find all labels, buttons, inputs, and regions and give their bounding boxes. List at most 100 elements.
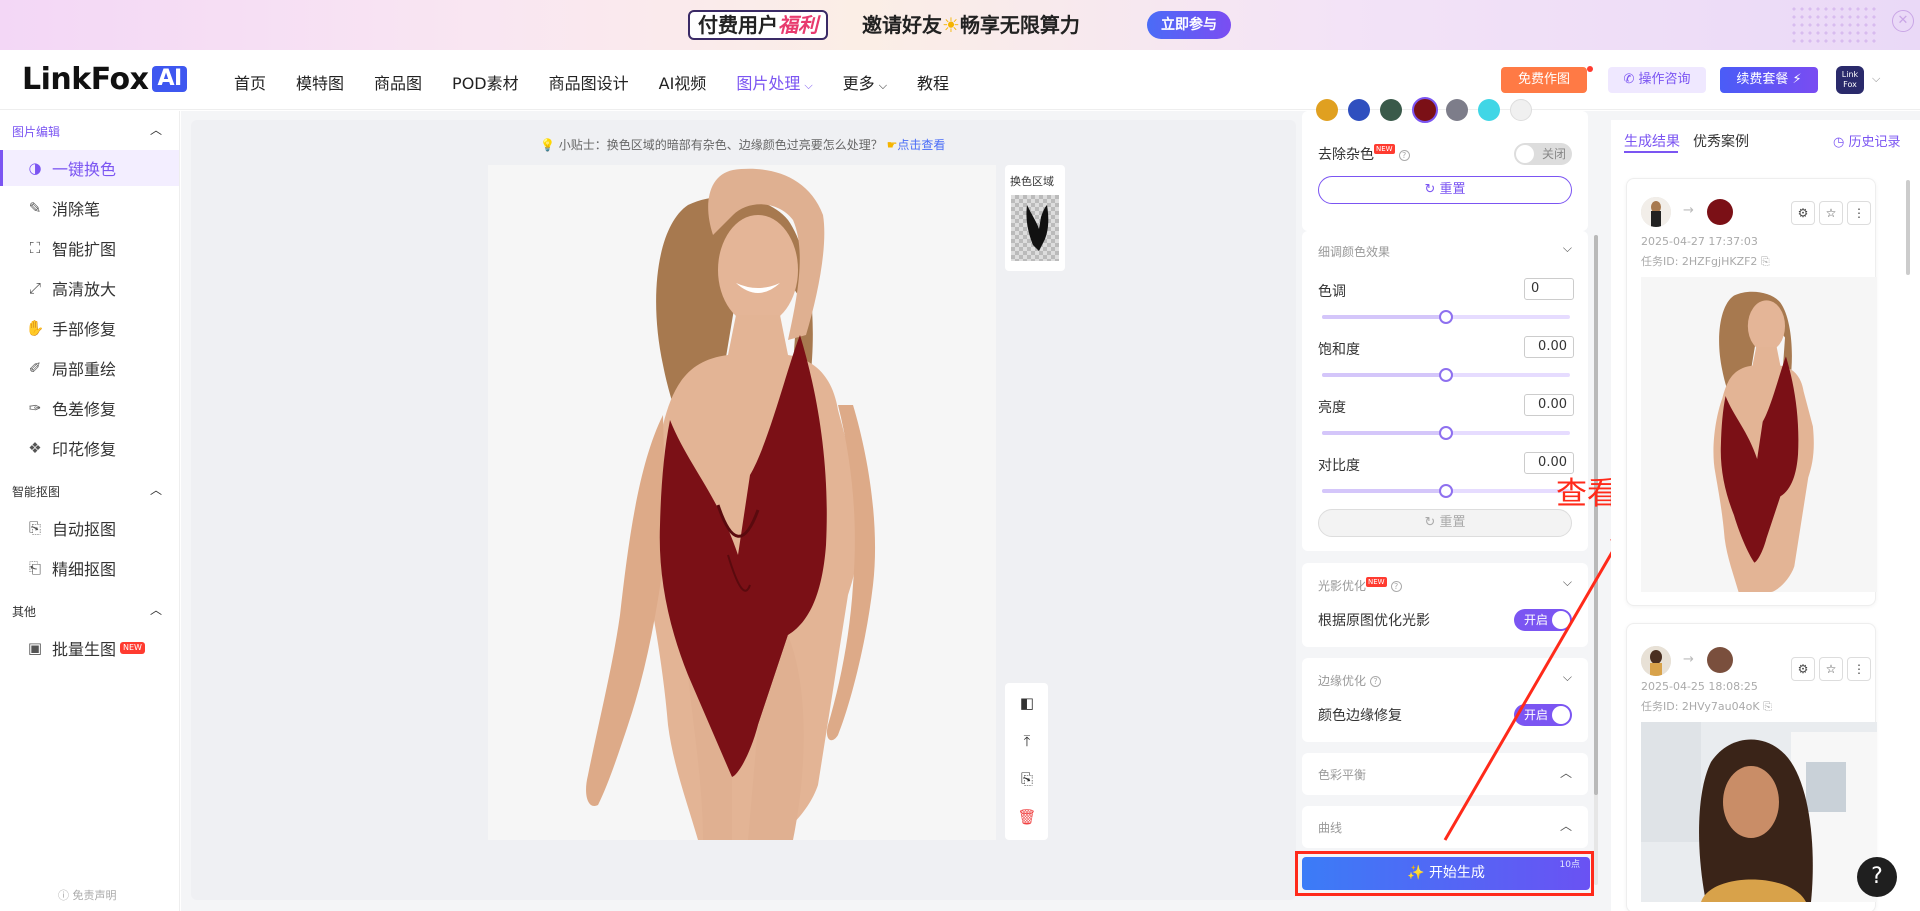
help-icon[interactable]: ? <box>1398 150 1410 161</box>
consult-button[interactable]: ✆ 操作咨询 <box>1608 67 1706 93</box>
linkfox-logo[interactable]: LinkFox AI <box>22 62 187 97</box>
nav-home[interactable]: 首页 <box>234 70 266 94</box>
color-swatch-selected[interactable] <box>1412 97 1438 123</box>
tab-generated-results[interactable]: 生成结果 <box>1624 131 1680 151</box>
sidebar-item-fine-cutout[interactable]: ⎗ 精细抠图 <box>0 550 179 586</box>
results-scrollbar[interactable] <box>1906 180 1910 275</box>
nav-tutorial[interactable]: 教程 <box>917 70 949 94</box>
toggle-label: 关闭 <box>1542 147 1567 161</box>
help-button[interactable]: ? <box>1857 857 1897 897</box>
adjust-icon[interactable]: ⚙ <box>1791 201 1815 225</box>
result-image[interactable] <box>1641 277 1877 592</box>
lightning-icon: ⚡ <box>1788 72 1802 87</box>
banner-text-1a: 付费用户 <box>698 13 778 37</box>
cutout-icon[interactable]: ⎘ <box>1017 769 1037 789</box>
compare-icon[interactable]: ◧ <box>1017 693 1037 713</box>
star-icon[interactable]: ☆ <box>1819 201 1843 225</box>
more-icon[interactable]: ⋮ <box>1847 657 1871 681</box>
chevron-down-icon[interactable]: ⌵ <box>1563 241 1572 256</box>
edge-row-label: 颜色边缘修复 <box>1318 708 1402 724</box>
swap-region-panel[interactable]: 换色区域 <box>1005 165 1065 271</box>
saturation-input[interactable]: 0.00 <box>1524 336 1574 358</box>
sidebar-item-inpaint[interactable]: ✐ 局部重绘 <box>0 350 179 386</box>
adjust-icon[interactable]: ⚙ <box>1791 657 1815 681</box>
disclaimer-link[interactable]: ⓘ 免责声明 <box>58 887 117 903</box>
user-avatar[interactable]: Link Fox <box>1836 66 1864 94</box>
free-drawing-button[interactable]: 免费作图 <box>1501 67 1587 93</box>
sidebar-item-upscale[interactable]: ⤢ 高清放大 <box>0 270 179 306</box>
chevron-up-icon[interactable]: ︿ <box>150 121 162 138</box>
color-swatch[interactable] <box>1316 99 1338 121</box>
sidebar: 图片编辑 ︿ ◑ 一键换色 ✎ 消除笔 ⛶ 智能扩图 ⤢ 高清放大 ✋ 手部修复 ✐ 局部重… <box>0 111 180 911</box>
brightness-input[interactable]: 0.00 <box>1524 394 1574 416</box>
color-swatch[interactable] <box>1348 99 1370 121</box>
promo-banner[interactable]: 付费用户福利 邀请好友☀畅享无限算力 立即参与 ✕ <box>0 0 1920 50</box>
more-icon[interactable]: ⋮ <box>1847 201 1871 225</box>
chevron-up-icon[interactable]: ︿ <box>150 601 162 618</box>
sidebar-item-recolor[interactable]: ◑ 一键换色 <box>0 150 179 186</box>
nav-image-processing[interactable]: 图片处理 ⌵ <box>736 70 812 94</box>
hue-input[interactable]: 0 <box>1524 278 1574 300</box>
renew-plan-button[interactable]: 续费套餐 ⚡ <box>1720 67 1818 93</box>
section-image-edit[interactable]: 图片编辑 <box>12 123 60 140</box>
sidebar-item-auto-cutout[interactable]: ⎘ 自动抠图 <box>0 510 179 546</box>
slider-knob[interactable] <box>1439 484 1453 498</box>
denoise-toggle[interactable]: 关闭 <box>1514 143 1572 165</box>
reset-button[interactable]: ↻ 重置 <box>1318 176 1572 204</box>
generate-button[interactable]: ✨ 开始生成 10点 <box>1302 857 1590 890</box>
nav-product-images[interactable]: 商品图 <box>374 70 422 94</box>
color-swatch[interactable] <box>1446 99 1468 121</box>
nav-model-images[interactable]: 模特图 <box>296 70 344 94</box>
color-swatch[interactable] <box>1380 99 1402 121</box>
nav-ai-video[interactable]: AI视频 <box>659 70 707 94</box>
copy-icon[interactable]: ⎘ <box>1760 700 1772 713</box>
color-settings-card: 去除杂色 NEW? 关闭 ↻ 重置 <box>1302 97 1588 231</box>
banner-close-icon[interactable]: ✕ <box>1892 10 1914 32</box>
editing-image[interactable] <box>488 165 996 840</box>
help-icon[interactable]: ? <box>1370 676 1382 687</box>
nav-product-design[interactable]: 商品图设计 <box>549 70 629 94</box>
sidebar-item-batch[interactable]: ▣ 批量生图 NEW <box>0 630 179 666</box>
hue-slider[interactable] <box>1322 310 1570 324</box>
target-color-swatch <box>1707 199 1733 225</box>
sidebar-item-eraser[interactable]: ✎ 消除笔 <box>0 190 179 226</box>
star-icon[interactable]: ☆ <box>1819 657 1843 681</box>
result-card[interactable]: → ⚙ ☆ ⋮ 2025-04-25 18:08:25 任务ID: 2HVy7a… <box>1626 623 1877 911</box>
sidebar-item-print-fix[interactable]: ❖ 印花修复 <box>0 430 179 466</box>
tab-excellent-cases[interactable]: 优秀案例 <box>1693 131 1749 151</box>
color-swatch[interactable] <box>1478 99 1500 121</box>
copy-icon[interactable]: ⎘ <box>1757 255 1770 268</box>
result-card[interactable]: → ⚙ ☆ ⋮ 2025-04-27 17:37:03 任务ID: 2HZFgj… <box>1626 178 1877 606</box>
slider-knob[interactable] <box>1439 310 1453 324</box>
sidebar-item-label: 精细抠图 <box>52 560 117 579</box>
slider-knob[interactable] <box>1439 368 1453 382</box>
saturation-slider[interactable] <box>1322 368 1570 382</box>
help-icon[interactable]: ? <box>1390 581 1402 592</box>
section-other[interactable]: 其他 <box>12 603 36 620</box>
sidebar-item-label: 消除笔 <box>52 200 101 219</box>
delete-icon[interactable]: 🗑 <box>1017 807 1037 827</box>
color-swatch[interactable] <box>1510 99 1532 121</box>
swap-region-thumbnail[interactable] <box>1011 195 1059 261</box>
history-link[interactable]: ◷ 历史记录 <box>1833 131 1901 150</box>
result-image[interactable] <box>1641 722 1877 902</box>
upload-icon[interactable]: ⤒ <box>1017 731 1037 751</box>
section-smart-cutout[interactable]: 智能抠图 <box>12 483 60 500</box>
expand-icon: ⛶ <box>29 239 41 257</box>
nav-more[interactable]: 更多 ⌵ <box>843 70 887 94</box>
sidebar-item-color-diff[interactable]: ✑ 色差修复 <box>0 390 179 426</box>
slider-knob[interactable] <box>1439 426 1453 440</box>
sidebar-item-label: 手部修复 <box>52 320 117 339</box>
sidebar-item-label: 高清放大 <box>52 280 117 299</box>
chevron-up-icon[interactable]: ︿ <box>150 481 162 498</box>
sidebar-item-expand[interactable]: ⛶ 智能扩图 <box>0 230 179 266</box>
tip-link[interactable]: 点击查看 <box>897 138 945 152</box>
chevron-down-icon[interactable]: ⌵ <box>1872 72 1880 86</box>
banner-join-button[interactable]: 立即参与 <box>1147 11 1231 39</box>
sidebar-item-hand-fix[interactable]: ✋ 手部修复 <box>0 310 179 346</box>
nav-pod-assets[interactable]: POD素材 <box>452 70 519 94</box>
brightness-slider[interactable] <box>1322 426 1570 440</box>
contrast-slider[interactable] <box>1322 484 1570 498</box>
result-photo <box>1641 722 1877 902</box>
result-task-id: 任务ID: 2HZFgjHKZF2 ⎘ <box>1641 253 1770 269</box>
